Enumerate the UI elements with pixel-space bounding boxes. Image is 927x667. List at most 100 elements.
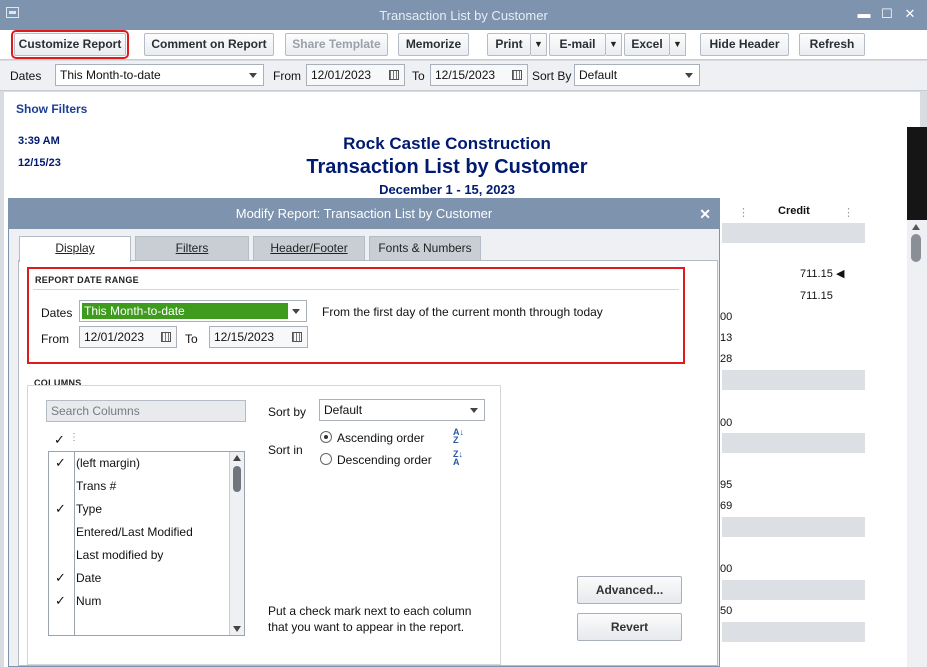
tab-fonts-numbers[interactable]: Fonts & Numbers	[369, 236, 481, 260]
close-icon[interactable]: ✕	[699, 207, 711, 221]
excel-button[interactable]: Excel	[624, 33, 670, 56]
credit-column-header[interactable]: Credit	[778, 205, 810, 217]
ascending-label[interactable]: Ascending order	[337, 431, 424, 445]
dialog-from-date-field[interactable]: 12/01/2023	[79, 326, 177, 348]
print-dropdown-icon[interactable]: ▼	[531, 33, 547, 56]
search-columns-input[interactable]: Search Columns	[46, 400, 246, 422]
descending-label[interactable]: Descending order	[337, 453, 432, 467]
chevron-down-icon	[292, 309, 300, 314]
window-title-bar: Transaction List by Customer ▬ ☐ ✕	[0, 0, 927, 30]
dialog-from-label: From	[41, 332, 69, 346]
column-resize-handle[interactable]: ⋮	[738, 206, 749, 219]
hide-header-button[interactable]: Hide Header	[700, 33, 789, 56]
report-group-row	[722, 580, 865, 600]
calendar-icon[interactable]	[292, 332, 302, 342]
excel-dropdown-icon[interactable]: ▼	[670, 33, 686, 56]
dialog-to-label: To	[185, 332, 198, 346]
scroll-thumb[interactable]	[911, 234, 921, 262]
report-date-range-section: REPORT DATE RANGE Dates This Month-to-da…	[27, 267, 685, 364]
check-icon[interactable]: ✓	[55, 501, 69, 517]
comment-on-report-button[interactable]: Comment on Report	[144, 33, 274, 56]
dates-select-value: This Month-to-date	[60, 68, 161, 82]
tab-filters[interactable]: Filters	[135, 236, 249, 260]
list-item[interactable]: ✓ Type	[49, 498, 229, 521]
chevron-down-icon	[685, 73, 693, 78]
column-resize-handle[interactable]: ⋮	[843, 206, 854, 219]
scroll-down-icon[interactable]	[233, 626, 241, 632]
report-group-row	[722, 370, 865, 390]
revert-button[interactable]: Revert	[577, 613, 682, 641]
column-name: Type	[76, 502, 103, 516]
sort-by-select[interactable]: Default	[574, 64, 700, 86]
amount-cell: 95	[720, 479, 733, 491]
print-button[interactable]: Print	[487, 33, 531, 56]
list-item[interactable]: Entered/Last Modified	[49, 521, 229, 544]
list-item[interactable]: Last modified by	[49, 544, 229, 567]
column-resize-handle[interactable]: ⋮	[69, 432, 79, 443]
list-item[interactable]: ✓ Num	[49, 590, 229, 613]
report-title: Transaction List by Customer	[306, 156, 588, 178]
report-group-row	[722, 622, 865, 642]
dialog-from-date-value: 12/01/2023	[84, 330, 145, 344]
scroll-up-icon[interactable]	[912, 224, 920, 230]
to-label: To	[412, 69, 425, 83]
from-date-field[interactable]: 12/01/2023	[306, 64, 405, 86]
amount-cell: 50	[720, 605, 733, 617]
search-columns-placeholder: Search Columns	[51, 404, 140, 418]
report-group-row	[722, 433, 865, 453]
close-icon[interactable]: ✕	[902, 7, 918, 21]
tab-header-footer[interactable]: Header/Footer	[253, 236, 365, 260]
check-icon[interactable]: ✓	[55, 593, 69, 609]
row-pointer-icon: ◀	[836, 268, 845, 280]
column-list[interactable]: ✓ (left margin) Trans # ✓ Type Entered/Las…	[48, 451, 245, 636]
advanced-button[interactable]: Advanced...	[577, 576, 682, 604]
display-tab-panel: REPORT DATE RANGE Dates This Month-to-da…	[18, 260, 718, 666]
minimize-icon[interactable]: ▬	[856, 7, 872, 21]
check-icon[interactable]: ✓	[55, 570, 69, 586]
from-date-value: 12/01/2023	[311, 68, 372, 82]
column-name: Trans #	[76, 479, 117, 493]
list-item[interactable]: ✓ (left margin)	[49, 452, 229, 475]
column-name: (left margin)	[76, 456, 141, 470]
to-date-value: 12/15/2023	[435, 68, 496, 82]
dialog-title: Modify Report: Transaction List by Custo…	[9, 199, 719, 229]
customize-report-button[interactable]: Customize Report	[11, 30, 129, 59]
to-date-field[interactable]: 12/15/2023	[430, 64, 528, 86]
calendar-icon[interactable]	[512, 70, 522, 80]
descending-radio[interactable]	[320, 453, 332, 465]
sort-by-label: Sort by	[268, 405, 307, 419]
share-template-button[interactable]: Share Template	[285, 33, 388, 56]
maximize-icon[interactable]: ☐	[879, 7, 895, 21]
from-label: From	[273, 69, 301, 83]
amount-cell: 00	[720, 311, 733, 323]
email-dropdown-icon[interactable]: ▼	[606, 33, 622, 56]
checkmark-column-header[interactable]: ✓	[54, 432, 65, 448]
amount-cell: 28	[720, 353, 733, 365]
list-item[interactable]: ✓ Date	[49, 567, 229, 590]
refresh-button[interactable]: Refresh	[799, 33, 865, 56]
check-icon[interactable]: ✓	[55, 455, 69, 471]
chevron-down-icon	[470, 408, 478, 413]
report-group-row	[722, 517, 865, 537]
dates-select[interactable]: This Month-to-date	[55, 64, 264, 86]
calendar-icon[interactable]	[389, 70, 399, 80]
dialog-sort-by-select[interactable]: Default	[319, 399, 485, 421]
memorize-button[interactable]: Memorize	[398, 33, 469, 56]
show-filters-link[interactable]: Show Filters	[16, 102, 87, 116]
tab-display[interactable]: Display	[19, 236, 131, 262]
calendar-icon[interactable]	[161, 332, 171, 342]
scroll-thumb[interactable]	[233, 466, 241, 492]
report-scrollbar[interactable]	[907, 127, 927, 667]
column-list-scrollbar[interactable]	[229, 452, 244, 635]
dialog-to-date-field[interactable]: 12/15/2023	[209, 326, 308, 348]
column-name: Last modified by	[76, 548, 164, 562]
chevron-down-icon	[249, 73, 257, 78]
email-button[interactable]: E-mail	[549, 33, 606, 56]
sort-descending-icon: Z↓ A	[453, 449, 463, 467]
ascending-radio[interactable]	[320, 431, 332, 443]
scroll-up-icon[interactable]	[233, 455, 241, 461]
report-group-row	[722, 223, 865, 243]
dialog-dates-select[interactable]: This Month-to-date	[79, 300, 307, 322]
list-item[interactable]: Trans #	[49, 475, 229, 498]
credit-cell: 711.15	[800, 268, 833, 280]
